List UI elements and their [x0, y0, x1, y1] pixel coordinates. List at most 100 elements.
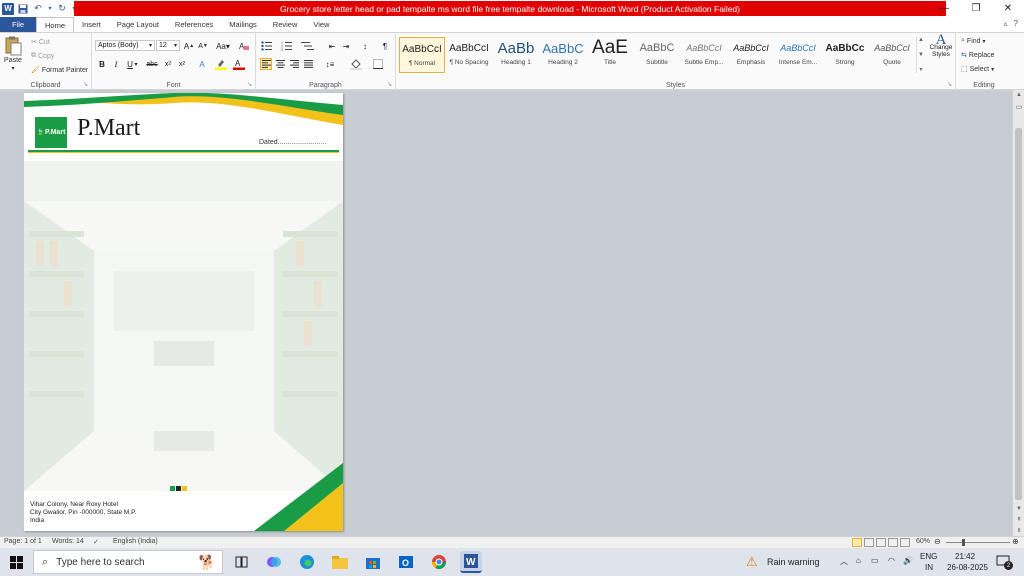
grow-font-icon[interactable]: A ▲ [183, 40, 195, 52]
numbering-icon[interactable]: 123 [280, 40, 296, 52]
gallery-more-icon[interactable]: ▾ [919, 66, 922, 73]
style-no-spacing[interactable]: AaBbCcI ¶ No Spacing [446, 37, 492, 73]
tab-home[interactable]: Home [36, 17, 75, 32]
clock-time[interactable]: 21:42 [955, 552, 975, 561]
microsoft-store-icon[interactable] [362, 551, 384, 573]
language-indicator[interactable]: English (India) [113, 538, 158, 545]
style-quote[interactable]: AaBbCcI Quote [869, 37, 915, 73]
help-icon[interactable]: ? [1014, 19, 1018, 28]
clear-formatting-icon[interactable]: A [238, 40, 250, 52]
style-heading-1[interactable]: AaBb Heading 1 [493, 37, 539, 73]
style-intense-emphasis[interactable]: AaBbCcI Intense Em... [775, 37, 821, 73]
zoom-in-icon[interactable]: ⊕ [1012, 537, 1019, 546]
paste-dropdown-icon[interactable]: ▾ [11, 65, 14, 72]
style-heading-2[interactable]: AaBbC Heading 2 [540, 37, 586, 73]
tab-mailings[interactable]: Mailings [221, 17, 265, 32]
replace-button[interactable]: ⇆ Replace [961, 51, 995, 60]
input-language-bottom[interactable]: IN [925, 563, 933, 572]
paste-button[interactable]: Paste ▾ [4, 36, 22, 72]
restore-button[interactable]: ❐ [960, 0, 992, 17]
scroll-down-icon[interactable]: ▼ [1013, 504, 1024, 514]
file-explorer-icon[interactable] [329, 551, 351, 573]
cut-button[interactable]: ✂ Cut [31, 38, 50, 47]
zoom-slider[interactable] [946, 542, 1010, 543]
text-effects-icon[interactable]: A [196, 58, 208, 70]
font-name-dropdown[interactable]: Aptos (Body) ▾ [95, 40, 155, 51]
tab-page-layout[interactable]: Page Layout [109, 17, 167, 32]
gallery-down-icon[interactable]: ▼ [918, 52, 924, 58]
undo-icon[interactable]: ↶ [32, 3, 44, 15]
style-emphasis[interactable]: AaBbCcI Emphasis [728, 37, 774, 73]
font-size-dropdown[interactable]: 12 ▾ [156, 40, 180, 51]
highlight-icon[interactable] [215, 58, 227, 70]
align-center-icon[interactable] [274, 58, 286, 70]
change-styles-button[interactable]: A Change Styles [927, 33, 955, 77]
word-taskbar-icon[interactable]: W [460, 551, 482, 573]
minimize-button[interactable]: — [928, 0, 960, 17]
edge-browser-icon[interactable] [296, 551, 318, 573]
word-count[interactable]: Words: 14 [52, 538, 84, 545]
minimize-ribbon-icon[interactable]: ▵ [1004, 19, 1008, 28]
superscript-icon[interactable]: x2 [176, 58, 188, 70]
sort-icon[interactable]: ↕ [359, 40, 371, 52]
outlook-icon[interactable]: O [395, 551, 417, 573]
style-title[interactable]: AaE Title [587, 37, 633, 73]
copy-button[interactable]: ⧉ Copy [31, 52, 54, 60]
clock-date[interactable]: 26-08-2025 [947, 563, 988, 572]
address-block[interactable]: Vihar Colony, Near Roxy Hotel City Gwali… [30, 501, 136, 525]
tab-references[interactable]: References [167, 17, 221, 32]
shading-icon[interactable] [348, 58, 364, 70]
italic-icon[interactable]: I [110, 58, 122, 70]
start-button[interactable] [0, 548, 32, 576]
task-view-icon[interactable] [230, 551, 252, 573]
full-screen-view-icon[interactable] [864, 538, 874, 547]
draft-view-icon[interactable] [900, 538, 910, 547]
outline-view-icon[interactable] [888, 538, 898, 547]
weather-text[interactable]: Rain warning [767, 557, 820, 567]
wifi-icon[interactable]: ◠ [888, 556, 895, 565]
borders-icon[interactable] [370, 58, 386, 70]
scroll-up-icon[interactable]: ▲ [1013, 90, 1024, 100]
align-left-icon[interactable] [260, 58, 272, 70]
style-subtitle[interactable]: AaBbC Subtitle [634, 37, 680, 73]
bold-icon[interactable]: B [96, 58, 108, 70]
notifications-button[interactable]: 2 [996, 554, 1013, 570]
styles-dialog-launcher-icon[interactable]: ↘ [947, 81, 952, 88]
font-color-icon[interactable]: A [233, 58, 245, 70]
format-painter-button[interactable]: 🖌 Format Painter [31, 66, 88, 75]
style-strong[interactable]: AaBbCc Strong [822, 37, 868, 73]
change-case-icon[interactable]: Aa▾ [215, 40, 231, 52]
multilevel-list-icon[interactable] [300, 40, 316, 52]
taskbar-search-box[interactable]: ⌕ Type here to search 🐕 [33, 550, 223, 574]
show-hidden-icons-icon[interactable]: ︿ [840, 556, 848, 567]
proofing-icon[interactable]: ✓ [93, 538, 99, 546]
align-right-icon[interactable] [288, 58, 300, 70]
select-button[interactable]: ⬚ Select ▾ [961, 65, 994, 74]
bullets-icon[interactable] [260, 40, 276, 52]
tab-view[interactable]: View [305, 17, 337, 32]
warning-icon[interactable]: ⚠ [746, 554, 758, 570]
redo-icon[interactable]: ↻ [56, 3, 68, 15]
increase-indent-icon[interactable]: ⇥ [340, 40, 352, 52]
style-subtle-emphasis[interactable]: AaBbCcI Subtle Emp... [681, 37, 727, 73]
justify-icon[interactable] [302, 58, 314, 70]
shrink-font-icon[interactable]: A ▼ [197, 40, 209, 52]
undo-dropdown-icon[interactable]: ▾ [47, 3, 53, 15]
chrome-browser-icon[interactable] [428, 551, 450, 573]
find-button[interactable]: ⌕ Find ▾ [961, 37, 986, 45]
font-dialog-launcher-icon[interactable]: ↘ [247, 81, 252, 88]
subscript-icon[interactable]: x2 [162, 58, 174, 70]
paragraph-dialog-launcher-icon[interactable]: ↘ [387, 81, 392, 88]
zoom-level[interactable]: 60% [916, 538, 930, 545]
volume-icon[interactable]: 🔊 [903, 556, 913, 565]
next-page-icon[interactable]: ⇟ [1013, 525, 1024, 535]
document-page[interactable]: 🍃 P.Mart P.Mart Dated....................… [24, 93, 343, 531]
show-formatting-marks-icon[interactable]: ¶ [379, 40, 391, 52]
tab-file[interactable]: File [0, 17, 36, 32]
save-icon[interactable] [17, 3, 29, 15]
strikethrough-icon[interactable]: abc [144, 58, 160, 70]
decrease-indent-icon[interactable]: ⇤ [326, 40, 338, 52]
zoom-out-icon[interactable]: ⊖ [934, 537, 941, 546]
print-layout-view-icon[interactable] [852, 538, 862, 547]
copilot-icon[interactable] [263, 551, 285, 573]
